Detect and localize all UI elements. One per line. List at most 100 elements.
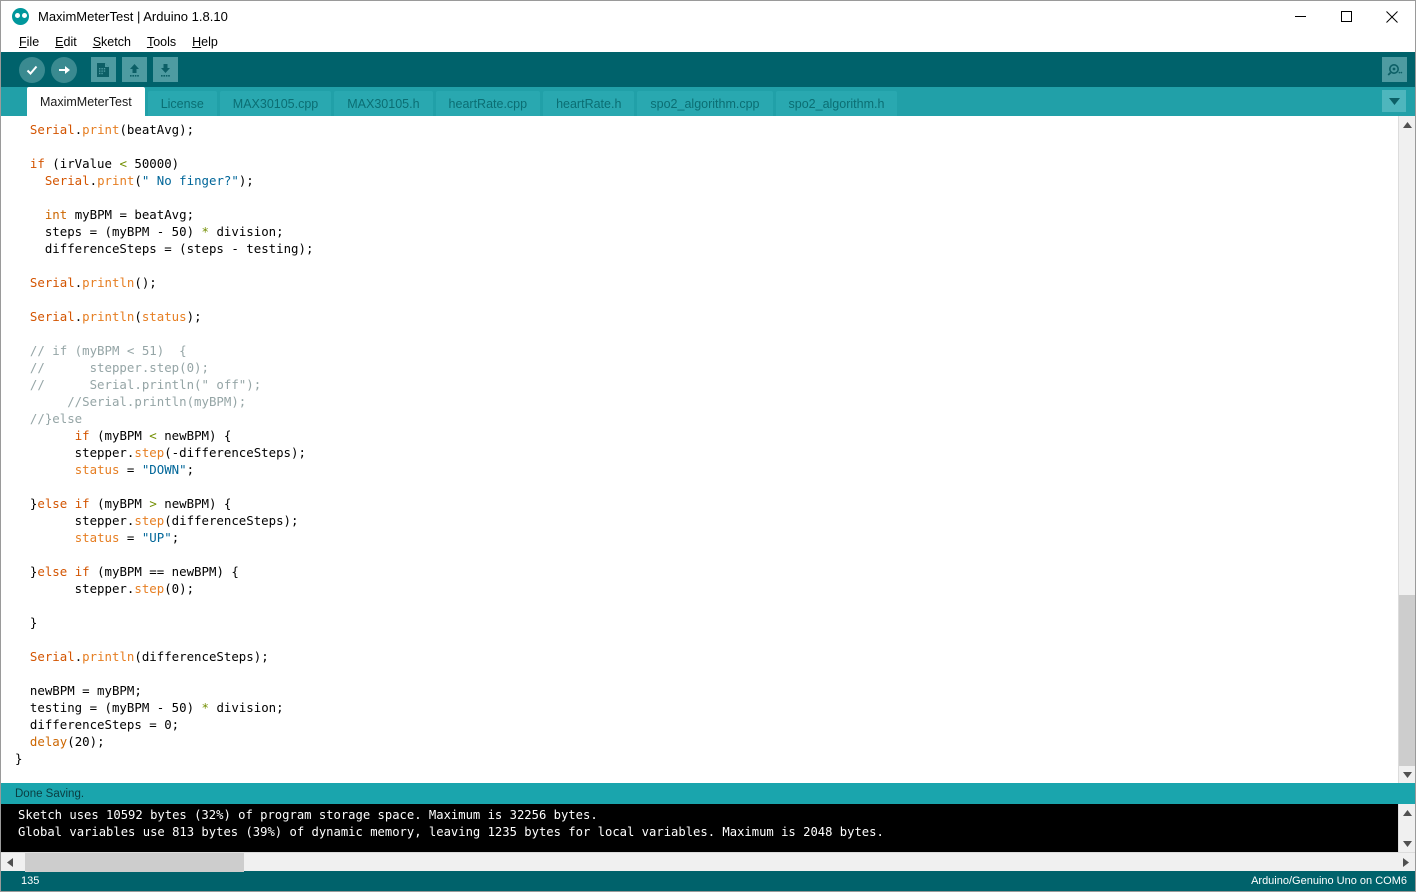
code-line: Serial.println();: [29, 275, 157, 290]
console-hscroll-track[interactable]: [19, 852, 1397, 872]
console-hscroll-thumb[interactable]: [25, 852, 244, 872]
tab-spo2-algorithm-cpp[interactable]: spo2_algorithm.cpp: [637, 91, 773, 116]
editor-scroll-down-button[interactable]: [1399, 766, 1415, 783]
status-message-bar: Done Saving.: [1, 783, 1415, 804]
arduino-logo-icon: [12, 8, 29, 25]
console-line: Sketch uses 10592 bytes (32%) of program…: [18, 808, 598, 822]
console-vertical-scrollbar[interactable]: [1398, 804, 1415, 852]
magnifier-icon: [1387, 63, 1402, 76]
code-line: //Serial.println(myBPM);: [15, 394, 247, 409]
tab-heartrate-cpp[interactable]: heartRate.cpp: [435, 91, 541, 116]
code-line: Serial.print(" No finger?");: [44, 173, 254, 188]
toolbar: [1, 52, 1415, 87]
code-line: if (irValue < 50000): [29, 156, 180, 171]
serial-monitor-button[interactable]: [1382, 57, 1407, 82]
console-scroll-right-button[interactable]: [1397, 853, 1415, 872]
tab-maximmetertest[interactable]: MaximMeterTest: [27, 87, 145, 116]
chevron-up-icon: [1402, 121, 1412, 128]
console-scroll-up-button[interactable]: [1399, 804, 1415, 821]
title-bar: MaximMeterTest | Arduino 1.8.10: [1, 1, 1415, 32]
code-line: testing = (myBPM - 50) * division;: [15, 700, 284, 715]
chevron-left-icon: [7, 857, 13, 867]
editor-scroll-track[interactable]: [1399, 133, 1415, 766]
code-line: }else if (myBPM > newBPM) {: [15, 496, 232, 511]
code-line: stepper.step(0);: [15, 581, 195, 596]
console-horizontal-scrollbar[interactable]: [1, 852, 1415, 872]
chevron-right-icon: [1403, 857, 1409, 867]
code-line: Serial.println(differenceSteps);: [29, 649, 269, 664]
tab-max30105-cpp[interactable]: MAX30105.cpp: [219, 91, 332, 116]
code-line: differenceSteps = (steps - testing);: [15, 241, 314, 256]
code-line: if (myBPM < newBPM) {: [74, 428, 232, 443]
tab-heartrate-h[interactable]: heartRate.h: [543, 91, 635, 116]
code-line: status = "UP";: [74, 530, 180, 545]
code-line: // stepper.step(0);: [15, 360, 209, 375]
window-title: MaximMeterTest | Arduino 1.8.10: [38, 9, 228, 24]
code-line: }: [15, 615, 38, 630]
console-line: Global variables use 813 bytes (39%) of …: [18, 825, 884, 839]
chevron-down-icon: [1402, 840, 1412, 847]
new-document-icon: [97, 62, 109, 77]
editor-scroll-up-button[interactable]: [1399, 116, 1415, 133]
upload-button[interactable]: [51, 56, 77, 83]
maximize-button[interactable]: [1323, 1, 1369, 32]
code-line: }: [15, 751, 23, 766]
chevron-up-icon: [1402, 809, 1412, 816]
title-bar-left: MaximMeterTest | Arduino 1.8.10: [1, 8, 1277, 25]
menu-sketch[interactable]: Sketch: [93, 35, 131, 49]
code-line: int myBPM = beatAvg;: [44, 207, 195, 222]
tab-strip: MaximMeterTest License MAX30105.cpp MAX3…: [1, 87, 1415, 116]
line-number-indicator: 135: [21, 875, 40, 887]
code-line: differenceSteps = 0;: [15, 717, 180, 732]
checkmark-icon: [26, 65, 38, 75]
minimize-button[interactable]: [1277, 1, 1323, 32]
verify-button[interactable]: [19, 56, 45, 83]
arrow-up-icon: [130, 63, 139, 77]
menu-help[interactable]: Help: [192, 35, 218, 49]
status-message-text: Done Saving.: [15, 787, 85, 800]
console-output[interactable]: Sketch uses 10592 bytes (32%) of program…: [1, 804, 1398, 852]
code-line: Serial.println(status);: [29, 309, 202, 324]
editor-scroll-thumb[interactable]: [1399, 595, 1415, 766]
save-sketch-button[interactable]: [153, 57, 178, 82]
code-editor[interactable]: Serial.print(beatAvg); if (irValue < 500…: [1, 116, 1398, 783]
tab-spo2-algorithm-h[interactable]: spo2_algorithm.h: [775, 91, 898, 116]
code-line: steps = (myBPM - 50) * division;: [15, 224, 284, 239]
open-sketch-button[interactable]: [122, 57, 147, 82]
chevron-down-icon: [1388, 97, 1400, 105]
new-sketch-button[interactable]: [91, 57, 116, 82]
console-scroll-left-button[interactable]: [1, 853, 19, 872]
menu-tools[interactable]: Tools: [147, 35, 176, 49]
tab-max30105-h[interactable]: MAX30105.h: [334, 91, 433, 116]
code-line: // if (myBPM < 51) {: [15, 343, 187, 358]
close-button[interactable]: [1369, 1, 1415, 32]
code-line: status = "DOWN";: [74, 462, 195, 477]
tab-license[interactable]: License: [147, 91, 217, 116]
code-line: stepper.step(differenceSteps);: [15, 513, 299, 528]
console-scroll-track[interactable]: [1399, 821, 1415, 835]
menu-bar: File Edit Sketch Tools Help: [1, 32, 1415, 52]
bottom-status-bar: 135 Arduino/Genuino Uno on COM6: [1, 871, 1415, 891]
editor-area: Serial.print(beatAvg); if (irValue < 500…: [1, 116, 1415, 783]
toolbar-right: [1382, 57, 1407, 82]
console-scroll-down-button[interactable]: [1399, 835, 1415, 852]
code-line: delay(20);: [29, 734, 105, 749]
toolbar-buttons: [19, 56, 1382, 83]
chevron-down-icon: [1402, 771, 1412, 778]
tab-menu-button[interactable]: [1382, 90, 1406, 112]
window-controls: [1277, 1, 1415, 32]
code-line: // Serial.println(" off");: [15, 377, 262, 392]
menu-file[interactable]: File: [19, 35, 39, 49]
editor-vertical-scrollbar[interactable]: [1398, 116, 1415, 783]
code-line: Serial.print(beatAvg);: [29, 122, 195, 137]
menu-edit[interactable]: Edit: [55, 35, 77, 49]
